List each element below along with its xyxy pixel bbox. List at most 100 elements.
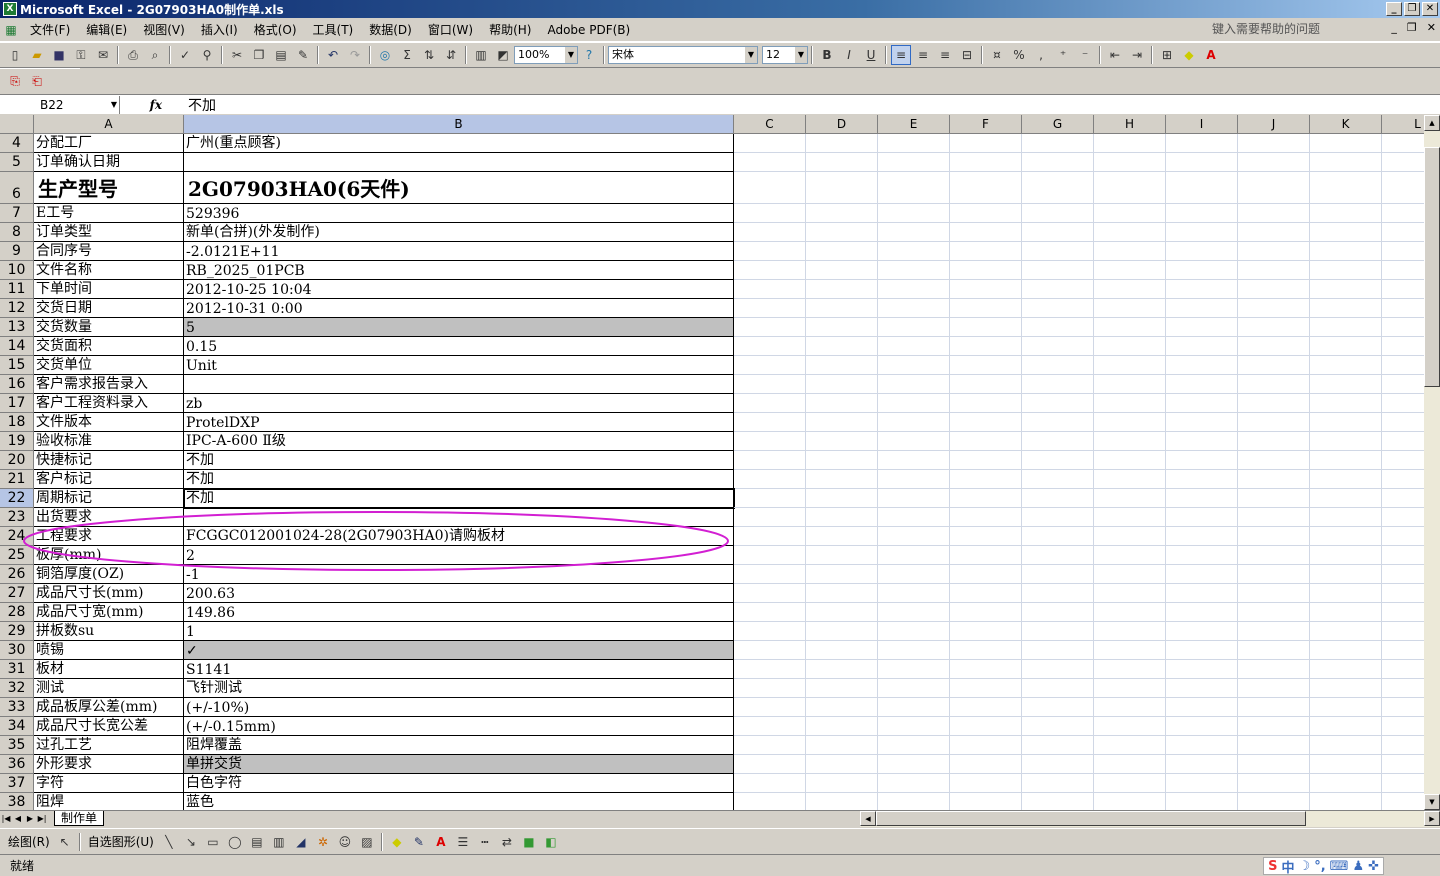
ime-mode-label[interactable]: 中 (1282, 857, 1295, 876)
menu-file[interactable]: 文件(F) (22, 21, 78, 38)
decrease-decimal-icon[interactable]: ⁻ (1075, 45, 1095, 65)
field-value-cell[interactable]: 2012-10-31 0:00 (184, 299, 734, 318)
select-all-corner[interactable] (0, 115, 34, 134)
row-header[interactable]: 34 (0, 717, 34, 736)
draw-menu-button[interactable]: 绘图(R) (4, 833, 54, 850)
field-value-cell[interactable]: S1141 (184, 660, 734, 679)
zoom-select[interactable]: 100% ▼ (514, 46, 578, 64)
align-right-icon[interactable]: ≡ (935, 45, 955, 65)
first-sheet-icon[interactable]: |◀ (0, 814, 12, 823)
row-header[interactable]: 37 (0, 774, 34, 793)
row-header[interactable]: 7 (0, 204, 34, 223)
last-sheet-icon[interactable]: ▶| (36, 814, 48, 823)
wrench-icon[interactable]: ✜ (1368, 859, 1379, 874)
redo-icon[interactable]: ↷ (345, 45, 365, 65)
scroll-right-icon[interactable]: ▶ (1424, 811, 1440, 826)
vertical-textbox-icon[interactable]: ▥ (269, 832, 289, 852)
picture-icon[interactable]: ▨ (357, 832, 377, 852)
field-value-cell[interactable]: 阻焊覆盖 (184, 736, 734, 755)
line-color-icon[interactable]: ✎ (409, 832, 429, 852)
workbook-icon[interactable]: ▦ (1, 20, 21, 40)
row-header[interactable]: 31 (0, 660, 34, 679)
vertical-scrollbar[interactable]: ▲ ▼ (1424, 115, 1440, 810)
field-value-cell[interactable]: 1 (184, 622, 734, 641)
diagram-icon[interactable]: ✲ (313, 832, 333, 852)
scroll-up-icon[interactable]: ▲ (1424, 115, 1440, 131)
horizontal-scroll-thumb[interactable] (876, 811, 1306, 826)
field-value-cell[interactable]: 单拼交货 (184, 755, 734, 774)
row-header[interactable]: 36 (0, 755, 34, 774)
field-value-cell[interactable]: 200.63 (184, 584, 734, 603)
field-value-cell[interactable]: 蓝色 (184, 793, 734, 810)
column-header-f[interactable]: F (950, 115, 1022, 134)
row-header[interactable]: 8 (0, 223, 34, 242)
row-header[interactable]: 20 (0, 451, 34, 470)
field-value-cell[interactable]: 2G07903HA0(6天件) (184, 172, 734, 204)
row-header[interactable]: 24 (0, 527, 34, 546)
undo-icon[interactable]: ↶ (323, 45, 343, 65)
field-label-cell[interactable]: 生产型号 (34, 172, 184, 204)
field-value-cell[interactable]: (+/-0.15mm) (184, 717, 734, 736)
copy-icon[interactable]: ❐ (249, 45, 269, 65)
fill-color-icon[interactable]: ◆ (387, 832, 407, 852)
moon-icon[interactable]: ☽ (1299, 859, 1311, 874)
column-header-l[interactable]: L (1382, 115, 1424, 134)
oval-icon[interactable]: ◯ (225, 832, 245, 852)
name-box[interactable]: B22 ▼ (0, 95, 120, 114)
print-preview-icon[interactable]: ⌕ (145, 45, 165, 65)
menu-window[interactable]: 窗口(W) (420, 21, 481, 38)
sheet-tab[interactable]: 制作单 (54, 811, 105, 826)
increase-decimal-icon[interactable]: ⁺ (1053, 45, 1073, 65)
line-icon[interactable]: ╲ (159, 832, 179, 852)
formula-input[interactable]: 不加 (168, 95, 216, 115)
autosum-icon[interactable]: Σ (397, 45, 417, 65)
scroll-left-icon[interactable]: ◀ (860, 811, 876, 826)
row-header[interactable]: 35 (0, 736, 34, 755)
font-select[interactable]: 宋体 ▼ (608, 46, 758, 64)
row-header[interactable]: 15 (0, 356, 34, 375)
scroll-down-icon[interactable]: ▼ (1424, 794, 1440, 810)
arrow-icon[interactable]: ↘ (181, 832, 201, 852)
textbox-icon[interactable]: ▤ (247, 832, 267, 852)
column-header-d[interactable]: D (806, 115, 878, 134)
vertical-scroll-thumb[interactable] (1424, 147, 1440, 387)
menu-insert[interactable]: 插入(I) (193, 21, 246, 38)
comma-icon[interactable]: , (1031, 45, 1051, 65)
field-value-cell[interactable]: ✓ (184, 641, 734, 660)
prev-sheet-icon[interactable]: ◀ (12, 814, 24, 823)
next-sheet-icon[interactable]: ▶ (24, 814, 36, 823)
row-header[interactable]: 4 (0, 134, 34, 153)
rectangle-icon[interactable]: ▭ (203, 832, 223, 852)
row-header[interactable]: 14 (0, 337, 34, 356)
row-header[interactable]: 12 (0, 299, 34, 318)
close-button[interactable]: ✕ (1422, 2, 1438, 16)
field-value-cell[interactable]: 2 (184, 546, 734, 565)
doc-restore-button[interactable]: ❐ (1407, 21, 1417, 34)
column-header-k[interactable]: K (1310, 115, 1382, 134)
menu-format[interactable]: 格式(O) (246, 21, 305, 38)
sogou-icon[interactable]: S (1268, 859, 1277, 874)
field-value-cell[interactable]: RB_2025_01PCB (184, 261, 734, 280)
row-header[interactable]: 10 (0, 261, 34, 280)
menu-edit[interactable]: 编辑(E) (78, 21, 135, 38)
dash-style-icon[interactable]: ┅ (475, 832, 495, 852)
fill-color-icon[interactable]: ◆ (1179, 45, 1199, 65)
row-header[interactable]: 6 (0, 172, 34, 204)
borders-icon[interactable]: ⊞ (1157, 45, 1177, 65)
function-icon[interactable]: fx (120, 98, 168, 112)
decrease-indent-icon[interactable]: ⇤ (1105, 45, 1125, 65)
font-color-icon[interactable]: A (431, 832, 451, 852)
convert-pdf-icon[interactable]: ⎘ (5, 72, 25, 92)
3d-icon[interactable]: ◧ (541, 832, 561, 852)
sort-ascending-icon[interactable]: ⇅ (419, 45, 439, 65)
field-value-cell[interactable]: IPC-A-600 Ⅱ级 (184, 432, 734, 451)
new-icon[interactable]: ▯ (5, 45, 25, 65)
field-label-cell[interactable]: 阻焊 (34, 793, 184, 810)
align-left-icon[interactable]: ≡ (891, 45, 911, 65)
permission-icon[interactable]: ⚿ (71, 45, 91, 65)
sort-descending-icon[interactable]: ⇵ (441, 45, 461, 65)
menu-data[interactable]: 数据(D) (361, 21, 420, 38)
row-header[interactable]: 29 (0, 622, 34, 641)
autoshapes-button[interactable]: 自选图形(U) (84, 833, 158, 850)
restore-button[interactable]: ❐ (1404, 2, 1420, 16)
